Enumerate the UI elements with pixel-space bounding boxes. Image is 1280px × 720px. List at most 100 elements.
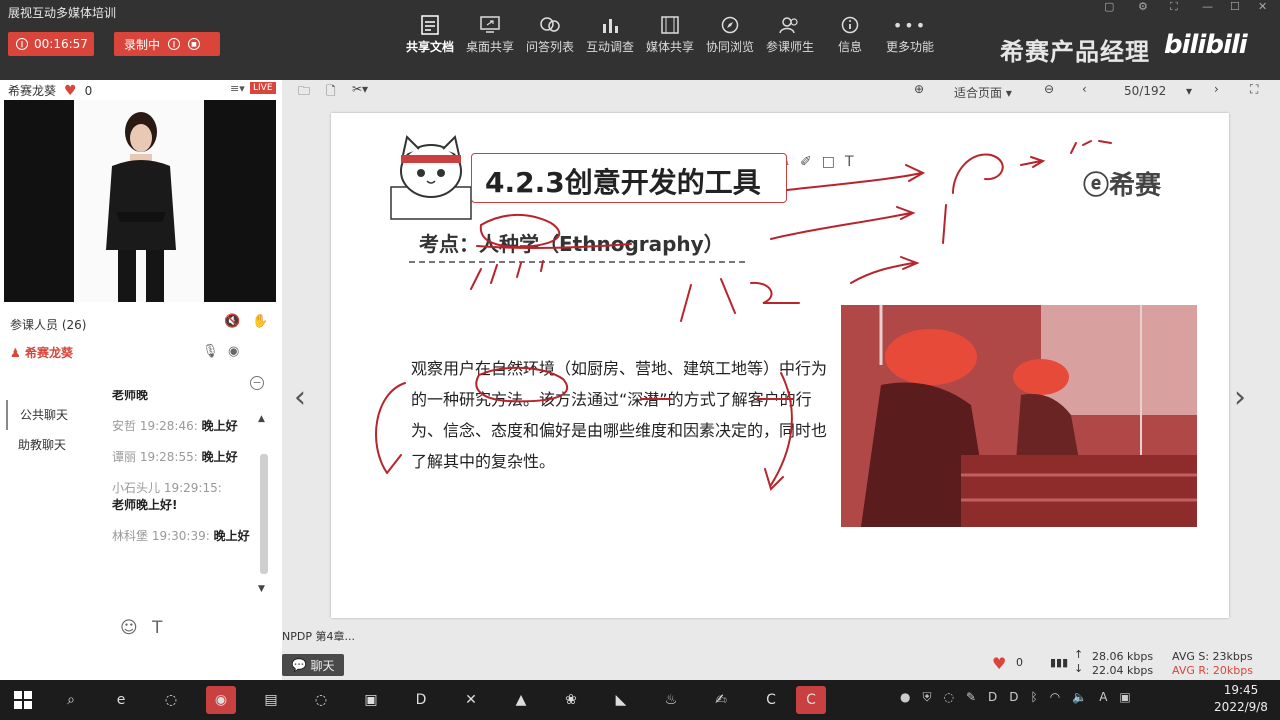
prev-slide-arrow[interactable]: ‹ [294,380,306,415]
zoom-select[interactable]: 适合页面 ▾ [954,84,1012,101]
recording-status[interactable]: 录制中 ‖ ■ [114,32,220,56]
page-indicator[interactable]: 50/192 [1124,84,1166,98]
heart-icon[interactable]: ♥ [64,83,77,99]
zoom-out-icon[interactable]: ⊖ [1044,82,1054,96]
wifi-icon[interactable]: ◠ [1050,690,1060,705]
tool-participants[interactable]: 参课师生 [760,12,820,64]
scroll-up-icon[interactable]: ▲ [258,414,265,424]
bluetooth-icon[interactable]: ᛒ [1031,690,1038,705]
teacher-bar: 希赛龙葵 ♥ 0 [8,82,92,99]
next-slide-arrow[interactable]: › [1234,380,1246,415]
scroll-thumb[interactable] [260,454,268,574]
slide-logo: ⓔ希赛 [1083,165,1161,202]
fullscreen-icon[interactable]: ⛶ [1170,0,1178,14]
tool-share-document[interactable]: 共享文档 [400,12,460,64]
message-app-icon[interactable]: ◌ [306,686,336,714]
folder-app-icon[interactable]: ▣ [356,686,386,714]
emoji-icon[interactable]: ☺ [120,618,138,638]
notes-app-icon[interactable]: ▤ [256,686,286,714]
mic-icon[interactable]: 🎙 [202,344,219,359]
menu-icon[interactable]: ≡▾ [230,82,245,95]
page-dropdown-icon[interactable]: ▾ [1186,84,1192,98]
nvidia-app-icon[interactable]: ◣ [606,686,636,714]
tab-assistant-chat[interactable]: 助教聊天 [6,430,76,460]
chat-toggle-button[interactable]: 💬 聊天 [282,654,344,676]
hand-raise-icon[interactable]: ✋ [252,314,268,329]
tray-d-icon[interactable]: D [1009,690,1018,705]
tool-survey[interactable]: 互动调查 [580,12,640,64]
xmind-app-icon[interactable]: ✕ [456,686,486,714]
tool-qa-list[interactable]: 问答列表 [520,12,580,64]
chat-bubble-icon: 💬 [291,658,307,672]
chat-app-icon[interactable]: ◌ [156,686,186,714]
text-tool-icon[interactable]: T [845,154,854,170]
prev-page-icon[interactable]: ‹ [1082,82,1087,96]
shield-icon[interactable]: ⛨ [922,690,931,705]
teacher-likes: 0 [84,83,93,98]
pause-record-icon[interactable]: ‖ [168,38,181,50]
collapse-icon[interactable]: − [250,376,264,390]
chat-time: 19:28:46: [139,419,198,433]
tool-info[interactable]: 信息 [820,12,880,64]
c-app-icon[interactable]: C [756,686,786,714]
volume-icon[interactable]: 🔈 [1072,690,1087,705]
camera-icon[interactable]: ◉ [228,344,239,359]
chat-time: 19:30:39: [151,529,210,543]
fire-app-icon[interactable]: ♨ [656,686,686,714]
minimize-icon[interactable]: — [1202,0,1213,14]
text-format-icon[interactable]: T [152,618,162,638]
search-icon[interactable]: ⌕ [56,686,86,714]
more-dots-icon: ••• [892,15,928,35]
network-app-icon[interactable]: ❀ [556,686,586,714]
package-app-icon[interactable]: ▲ [506,686,536,714]
drawing-app-icon[interactable]: ✍ [706,686,736,714]
tool-label: 更多功能 [885,40,934,54]
edge-browser-icon[interactable]: e [106,686,136,714]
maximize-icon[interactable]: ☐ [1230,0,1240,14]
stop-record-icon[interactable]: ■ [188,38,201,50]
document-app-icon[interactable]: D [406,686,436,714]
dashed-divider [409,261,745,263]
tray-chat-icon[interactable]: ◌ [944,690,954,705]
notification-icon[interactable]: ▣ [1119,690,1130,705]
document-area: 🗀 🗋 ✂▾ ⊕ 适合页面 ▾ ⊖ ‹ 50/192 ▾ › ⛶ ‹ › ◉ ➤… [282,80,1280,680]
host-name-text: 希赛龙葵 [24,346,73,360]
windows-start-icon[interactable] [8,686,38,714]
brand-name: 希赛产品经理 [1000,38,1150,66]
tab-public-chat[interactable]: 公共聊天 [6,400,76,430]
scroll-down-icon[interactable]: ▼ [258,584,265,594]
tool-desktop-share[interactable]: 桌面共享 [460,12,520,64]
recording-app-icon[interactable]: ◉ [206,686,236,714]
recording-timer[interactable]: ‖ 00:16:57 [8,32,94,56]
chat-text: 晚上好 [201,419,238,433]
mic-off-icon[interactable]: 🔇 [224,314,240,329]
recording-status-text: 录制中 [124,37,161,52]
close-icon[interactable]: ✕ [1258,0,1267,14]
chat-message: 林科堡 19:30:39: 晚上好 [112,527,252,544]
rectangle-icon[interactable]: □ [822,154,835,170]
tool-more[interactable]: ••• 更多功能 [880,12,940,64]
skin-icon[interactable]: ▢ [1104,0,1114,14]
chat-time: 19:28:55: [139,450,198,464]
pen-tray-icon[interactable]: ✎ [966,690,976,705]
tool-label: 桌面共享 [465,40,514,54]
settings-icon[interactable]: ⚙ [1138,0,1148,14]
download-rate: 22.04 kbps [1092,664,1154,677]
file-icon[interactable]: 🗋 [326,82,336,103]
tray-doc-icon[interactable]: D [988,690,997,705]
tray-app-icon[interactable]: ● [900,690,910,705]
marker-icon[interactable]: ✐ [800,154,812,170]
folder-icon[interactable]: 🗀 [298,82,310,103]
tool-media-share[interactable]: 媒体共享 [640,12,700,64]
taskbar-clock[interactable]: 19:45 2022/9/8 [1202,682,1280,716]
tool-co-browse[interactable]: 协同浏览 [700,12,760,64]
chat-scrollbar[interactable]: ▲ ▼ [258,414,270,594]
like-icon[interactable]: ♥ [992,654,1006,673]
zoom-in-icon[interactable]: ⊕ [914,82,924,96]
next-page-icon[interactable]: › [1214,82,1219,96]
scissors-icon[interactable]: ✂▾ [352,82,368,96]
ime-icon[interactable]: A [1099,690,1107,705]
chapter-label: NPDP 第4章... [282,630,355,643]
c-app-active-icon[interactable]: C [796,686,826,714]
fit-screen-icon[interactable]: ⛶ [1250,82,1258,97]
